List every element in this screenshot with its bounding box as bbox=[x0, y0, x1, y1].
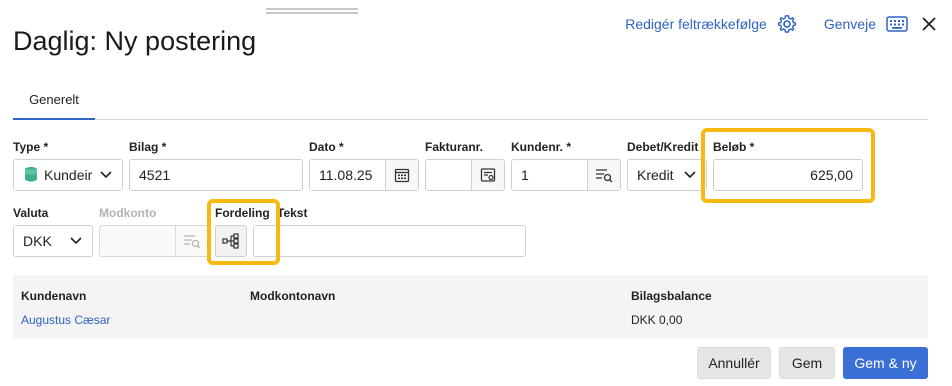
chevron-down-icon bbox=[96, 171, 116, 179]
lookup-list-icon[interactable] bbox=[587, 160, 620, 190]
belob-highlight bbox=[701, 128, 875, 203]
summary-panel: Kundenavn Modkontonavn Bilagsbalance Aug… bbox=[13, 275, 928, 339]
database-icon bbox=[23, 166, 39, 184]
save-and-new-button[interactable]: Gem & ny bbox=[843, 347, 928, 379]
kundenr-input[interactable]: 1 bbox=[511, 159, 621, 191]
tekst-label: Tekst bbox=[277, 206, 308, 220]
bilag-value: 4521 bbox=[139, 167, 171, 183]
bilagsbalance-value: DKK 0,00 bbox=[631, 313, 683, 327]
type-value: Kundeir bbox=[44, 167, 93, 183]
summary-header-kundenavn: Kundenavn bbox=[21, 289, 87, 303]
kundenr-value: 1 bbox=[521, 167, 529, 183]
save-button[interactable]: Gem bbox=[779, 347, 835, 379]
keyboard-icon[interactable] bbox=[886, 14, 908, 34]
lookup-list-icon bbox=[175, 226, 208, 256]
tab-generelt[interactable]: Generelt bbox=[13, 80, 95, 120]
cancel-button[interactable]: Annullér bbox=[697, 347, 771, 379]
drag-handle[interactable] bbox=[266, 8, 358, 14]
tab-bar: Generelt bbox=[13, 80, 928, 120]
dato-label: Dato * bbox=[309, 140, 344, 154]
fakturanr-input[interactable] bbox=[425, 159, 505, 191]
calendar-icon[interactable] bbox=[385, 160, 418, 190]
bilag-input[interactable]: 4521 bbox=[129, 159, 303, 191]
summary-header-modkontonavn: Modkontonavn bbox=[250, 289, 336, 303]
fordeling-highlight bbox=[207, 199, 280, 265]
bilag-label: Bilag * bbox=[129, 140, 167, 154]
debet-kredit-label: Debet/Kredit bbox=[627, 140, 699, 154]
valuta-value: DKK bbox=[23, 233, 52, 249]
gear-icon[interactable] bbox=[777, 14, 797, 34]
shortcuts-link[interactable]: Genveje bbox=[824, 16, 876, 32]
close-icon[interactable] bbox=[920, 15, 938, 33]
valuta-select[interactable]: DKK bbox=[13, 225, 93, 257]
type-label: Type * bbox=[13, 140, 49, 154]
debet-kredit-select[interactable]: Kredit bbox=[627, 159, 707, 191]
edit-field-order-link[interactable]: Redigér feltrækkefølge bbox=[625, 16, 767, 32]
tekst-input[interactable] bbox=[253, 225, 526, 257]
invoice-icon[interactable] bbox=[471, 160, 504, 190]
dato-input[interactable]: 11.08.25 bbox=[309, 159, 419, 191]
customer-name-link[interactable]: Augustus Cæsar bbox=[21, 313, 110, 327]
page-title: Daglig: Ny postering bbox=[13, 26, 257, 56]
dato-value: 11.08.25 bbox=[319, 167, 373, 183]
chevron-down-icon bbox=[66, 237, 86, 245]
kundenr-label: Kundenr. * bbox=[511, 140, 572, 154]
debet-kredit-value: Kredit bbox=[637, 167, 674, 183]
modkonto-label: Modkonto bbox=[99, 206, 157, 220]
modkonto-input bbox=[99, 225, 209, 257]
summary-header-bilagsbalance: Bilagsbalance bbox=[631, 289, 712, 303]
chevron-down-icon bbox=[680, 171, 700, 179]
header-toolbar: Redigér feltrækkefølge Genveje bbox=[625, 14, 938, 34]
fakturanr-label: Fakturanr. bbox=[425, 140, 484, 154]
valuta-label: Valuta bbox=[13, 206, 49, 220]
type-select[interactable]: Kundeir bbox=[13, 159, 123, 191]
